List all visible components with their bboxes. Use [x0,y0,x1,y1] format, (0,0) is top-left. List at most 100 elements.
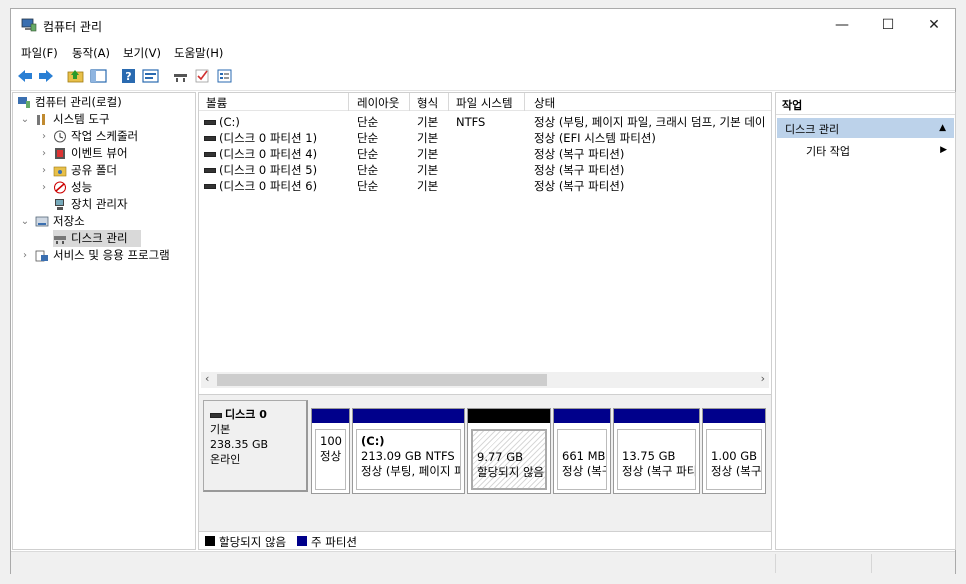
tree-item-computer-management[interactable]: 컴퓨터 관리(로컬) [15,94,193,111]
disk-info-panel[interactable]: 디스크 0 기본 238.35 GB 온라인 [203,400,308,492]
up-folder-icon[interactable] [67,68,85,84]
console-tree-icon[interactable] [142,68,160,84]
column-separator[interactable] [448,93,449,111]
tree-item-storage[interactable]: ⌄ 저장소 [15,213,193,230]
type-cell: 기본 [417,115,439,129]
tree-item-performance[interactable]: › 성능 [15,179,193,196]
filesystem-cell: NTFS [456,115,486,129]
partition-status: 할당되지 않음 [477,465,545,479]
back-arrow-icon[interactable] [16,68,34,84]
tree-item-event-viewer[interactable]: › 이벤트 뷰어 [15,145,193,162]
show-hide-tree-icon[interactable] [90,68,108,84]
forward-arrow-icon[interactable] [37,68,55,84]
type-cell: 기본 [417,147,439,161]
column-header-status[interactable]: 상태 [534,95,555,111]
table-row[interactable]: (디스크 0 파티션 1) 단순 기본 정상 (EFI 시스템 파티션) [199,130,771,146]
actions-section-disk-management[interactable]: 디스크 관리 ▲ [777,118,954,138]
type-cell: 기본 [417,131,439,145]
chevron-down-icon[interactable]: ⌄ [20,111,30,128]
tree-label: 이벤트 뷰어 [71,146,128,160]
menu-action[interactable]: 동작(A) [72,45,110,61]
performance-icon [54,181,66,194]
primary-partition-swatch [297,536,307,546]
shared-folders-icon [53,166,67,177]
system-tools-icon [37,114,45,125]
partition-body: 9.77 GB 할당되지 않음 [471,429,547,490]
partition-body: 100 MB 정상 [315,429,346,490]
help-icon[interactable]: ? [120,68,138,84]
chevron-right-icon[interactable]: › [39,179,49,196]
column-separator[interactable] [524,93,525,111]
layout-cell: 단순 [357,179,379,193]
task-scheduler-icon [54,130,66,143]
volume-name: (디스크 0 파티션 1) [219,131,318,145]
volume-name: (C:) [219,115,240,129]
type-cell: 기본 [417,163,439,177]
volume-cell: (디스크 0 파티션 5) [204,162,344,178]
menu-view[interactable]: 보기(V) [123,45,161,61]
properties-icon[interactable] [216,68,234,84]
minimize-button[interactable]: — [819,9,865,41]
close-button[interactable]: ✕ [911,9,957,41]
volume-cell: (디스크 0 파티션 6) [204,178,344,194]
partition-recovery-2[interactable]: 13.75 GB 정상 (복구 파티션 [613,408,700,494]
tree-item-device-manager[interactable]: 장치 관리자 [15,196,193,213]
chevron-right-icon[interactable]: › [39,162,49,179]
connect-icon[interactable] [172,68,190,84]
partition-unallocated[interactable]: 9.77 GB 할당되지 않음 [467,408,551,494]
check-icon[interactable] [194,68,212,84]
column-separator[interactable] [409,93,410,111]
horizontal-scrollbar[interactable]: ‹ › [201,372,769,388]
column-separator[interactable] [348,93,349,111]
collapse-icon[interactable]: ▲ [939,123,946,133]
tree-item-disk-management[interactable]: 디스크 관리 [53,230,141,247]
partition-recovery-3[interactable]: 1.00 GB 정상 (복구 [702,408,766,494]
services-apps-icon [35,250,48,262]
partition-size: 100 MB [320,434,345,448]
menu-help[interactable]: 도움말(H) [174,45,223,61]
menu-file[interactable]: 파일(F) [21,45,58,61]
tree-item-task-scheduler[interactable]: › 작업 스케줄러 [15,128,193,145]
partition-body: (C:) 213.09 GB NTFS 정상 (부팅, 페이지 파일 [356,429,461,490]
tree-item-services-apps[interactable]: › 서비스 및 응용 프로그램 [15,247,193,264]
tree-item-shared-folders[interactable]: › 공유 폴더 [15,162,193,179]
tree-label: 디스크 관리 [71,231,128,245]
partition-recovery-1[interactable]: 661 MB 정상 (복구 [553,408,611,494]
drive-icon [204,152,216,157]
partition-efi[interactable]: 100 MB 정상 [311,408,350,494]
partition-size: 13.75 GB [622,449,676,463]
chevron-right-icon[interactable]: › [20,247,30,264]
disk-size: 238.35 GB [210,438,269,451]
type-cell: 기본 [417,179,439,193]
scroll-left-arrow[interactable]: ‹ [205,372,209,385]
partition-body: 13.75 GB 정상 (복구 파티션 [617,429,696,490]
table-row[interactable]: (디스크 0 파티션 5) 단순 기본 정상 (복구 파티션) [199,162,771,178]
legend-unallocated: 할당되지 않음 [219,535,287,549]
computer-management-icon [21,18,37,32]
column-header-type[interactable]: 형식 [417,95,438,111]
column-header-volume[interactable]: 볼륨 [206,95,227,111]
partition-c[interactable]: (C:) 213.09 GB NTFS 정상 (부팅, 페이지 파일 [352,408,465,494]
table-row[interactable]: (디스크 0 파티션 4) 단순 기본 정상 (복구 파티션) [199,146,771,162]
disk-graphical-view: 디스크 0 기본 238.35 GB 온라인 100 MB 정상 (C:) 21… [199,394,771,539]
table-row[interactable]: (디스크 0 파티션 6) 단순 기본 정상 (복구 파티션) [199,178,771,194]
column-header-filesystem[interactable]: 파일 시스템 [456,95,513,111]
scroll-right-arrow[interactable]: › [761,372,765,385]
layout-cell: 단순 [357,131,379,145]
chevron-right-icon[interactable]: › [39,145,49,162]
maximize-button[interactable]: ☐ [865,9,911,41]
partition-size: 661 MB [562,449,606,463]
tree-item-system-tools[interactable]: ⌄ 시스템 도구 [15,111,193,128]
volume-list-header: 볼륨 레이아웃 형식 파일 시스템 상태 [199,93,771,111]
status-cell: 정상 (복구 파티션) [534,179,625,193]
partition-status: 정상 (복구 [711,464,762,478]
table-row[interactable]: (C:) 단순 기본 NTFS 정상 (부팅, 페이지 파일, 크래시 덤프, … [199,114,771,130]
actions-more-item[interactable]: 기타 작업 ▶ [776,140,955,160]
chevron-right-icon[interactable]: › [39,128,49,145]
scrollbar-thumb[interactable] [217,374,547,386]
disk-name: 디스크 0 [225,408,267,421]
column-header-layout[interactable]: 레이아웃 [357,95,399,111]
submenu-arrow-icon: ▶ [940,145,947,155]
chevron-down-icon[interactable]: ⌄ [20,213,30,230]
disk-management-pane: 볼륨 레이아웃 형식 파일 시스템 상태 (C:) 단순 기본 NTFS 정상 … [198,92,772,550]
